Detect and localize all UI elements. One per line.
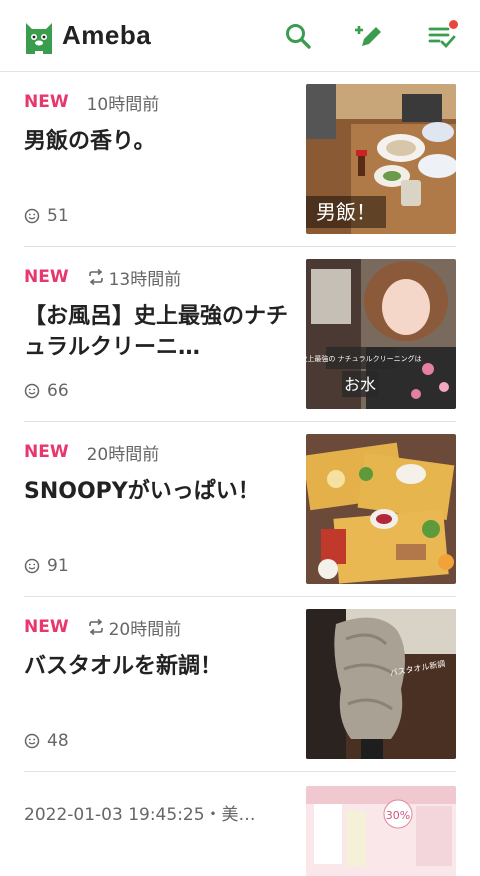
- like-count: 91: [47, 556, 69, 576]
- feed-item[interactable]: NEW 13時間前 【お風呂】史上最強のナチュラルクリーニ… 66 史上最強の …: [24, 247, 456, 422]
- feed-item[interactable]: NEW 10時間前 男飯の香り。 51 男飯！: [24, 72, 456, 247]
- post-thumbnail[interactable]: 男飯！: [306, 84, 456, 234]
- product-photo: 30%: [306, 786, 456, 876]
- new-badge: NEW: [24, 267, 69, 287]
- reblog-icon: [88, 619, 103, 635]
- notification-dot: [449, 19, 458, 29]
- new-badge: NEW: [24, 92, 69, 112]
- feed-item[interactable]: NEW 20時間前 バスタオルを新調！ 48 バスタオル新調: [24, 597, 456, 772]
- reader-list-button[interactable]: [424, 18, 460, 54]
- ameba-logo[interactable]: Ameba: [22, 17, 151, 55]
- like-count: 51: [47, 206, 69, 226]
- post-time: 20時間前: [108, 619, 182, 640]
- smile-icon: [24, 558, 40, 574]
- post-thumbnail[interactable]: 史上最強の ナチュラルクリーニングは お水: [306, 259, 456, 409]
- write-post-icon: [355, 25, 381, 46]
- blog-feed: NEW 10時間前 男飯の香り。 51 男飯！ NEW 13時間前 【お風呂】史…: [0, 72, 480, 876]
- post-title[interactable]: 男飯の香り。: [24, 126, 292, 157]
- like-count: 66: [47, 381, 69, 401]
- portrait-photo: 史上最強の ナチュラルクリーニングは お水: [306, 259, 456, 409]
- post-meta: 2022-01-03 19:45:25・美…: [24, 805, 256, 825]
- thumb-caption: 男飯！: [316, 200, 376, 224]
- thumb-caption-small: 史上最強の ナチュラルクリーニングは: [306, 354, 422, 363]
- new-badge: NEW: [24, 442, 69, 462]
- post-time: 13時間前: [108, 269, 182, 290]
- post-title[interactable]: SNOOPYがいっぱい！: [24, 476, 292, 507]
- search-icon: [286, 23, 311, 49]
- post-time: 10時間前: [86, 94, 160, 115]
- thumb-label: 30%: [386, 809, 410, 822]
- post-thumbnail[interactable]: 30%: [306, 786, 456, 876]
- logo-text: Ameba: [62, 20, 152, 50]
- smile-icon: [24, 208, 40, 224]
- write-post-button[interactable]: [352, 18, 388, 54]
- food-photo: [306, 434, 456, 584]
- post-time: 20時間前: [86, 444, 160, 465]
- feed-item-partial[interactable]: 2022-01-03 19:45:25・美… 30%: [24, 772, 456, 876]
- post-title[interactable]: バスタオルを新調！: [24, 651, 292, 682]
- post-thumbnail[interactable]: バスタオル新調: [306, 609, 456, 759]
- feed-item[interactable]: NEW 20時間前 SNOOPYがいっぱい！ 91: [24, 422, 456, 597]
- search-button[interactable]: [280, 18, 316, 54]
- food-photo: 男飯！: [306, 84, 456, 234]
- post-title[interactable]: 【お風呂】史上最強のナチュラルクリーニ…: [24, 301, 292, 363]
- reblog-icon: [88, 269, 103, 285]
- app-header: Ameba: [0, 0, 480, 72]
- like-count: 48: [47, 731, 69, 751]
- smile-icon: [24, 383, 40, 399]
- post-thumbnail[interactable]: [306, 434, 456, 584]
- thumb-caption: お水: [344, 375, 376, 394]
- ameba-mascot-icon: [26, 22, 52, 54]
- towel-photo: バスタオル新調: [306, 609, 456, 759]
- new-badge: NEW: [24, 617, 69, 637]
- smile-icon: [24, 733, 40, 749]
